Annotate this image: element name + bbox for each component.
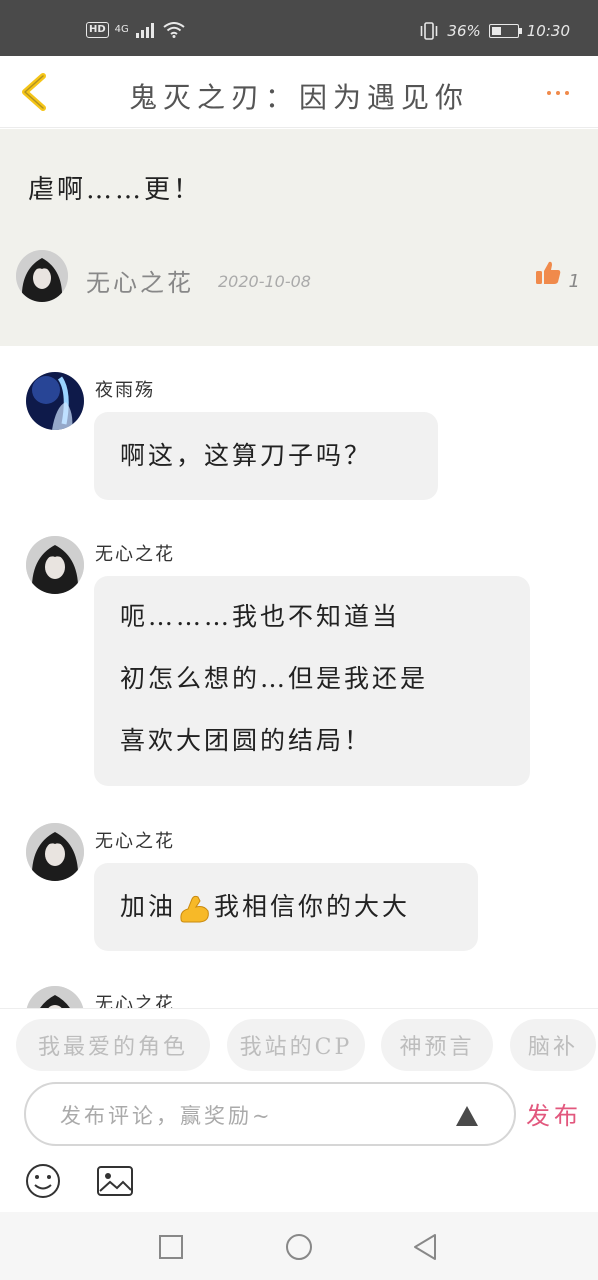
page-title: 鬼灭之刃：因为遇见你: [128, 81, 469, 114]
tag-chip[interactable]: 神预言: [381, 1019, 493, 1071]
reply-text-line: 初怎么想的…但是我还是: [120, 664, 429, 693]
signal-icon: [135, 23, 154, 38]
reply-text-part: 加油: [120, 892, 177, 921]
like-count: 1: [568, 271, 580, 292]
smiley-icon[interactable]: [24, 1162, 62, 1200]
avatar-image: [26, 536, 84, 594]
reply-text: 加油 我相信你的大大: [120, 885, 452, 929]
more-button[interactable]: [538, 78, 578, 108]
avatar[interactable]: [16, 250, 68, 302]
status-bar: HD 4G 36% 10:30: [0, 0, 598, 56]
comment-input[interactable]: 发布评论，赢奖励~: [24, 1082, 516, 1146]
more-dot: [556, 91, 560, 95]
chevron-left-icon: [22, 73, 46, 111]
back-icon[interactable]: [410, 1232, 440, 1262]
parent-author-name[interactable]: 无心之花: [86, 263, 194, 298]
reply-author-name[interactable]: 夜雨殇: [95, 376, 155, 402]
reply-author-name[interactable]: 无心之花: [95, 827, 175, 853]
home-icon[interactable]: [284, 1232, 314, 1262]
topic-chips: 我最爱的角色 我站的CP 神预言 脑补: [0, 1008, 598, 1080]
reply-author-name[interactable]: 无心之花: [95, 540, 175, 566]
composer-toolbar: [0, 1150, 598, 1212]
avatar-image: [26, 986, 84, 1008]
battery-percent: 36%: [447, 22, 481, 40]
parent-comment-text: 虐啊……更！: [28, 175, 203, 205]
recent-apps-icon[interactable]: [156, 1232, 186, 1262]
network-type: 4G: [114, 24, 129, 35]
tag-chip[interactable]: 我最爱的角色: [16, 1019, 210, 1071]
flexed-biceps-icon: [180, 895, 209, 922]
avatar-image: [26, 823, 84, 881]
back-button[interactable]: [14, 72, 54, 112]
reply-bubble[interactable]: 啊这，这算刀子吗？: [94, 412, 438, 500]
publish-button[interactable]: 发布: [526, 1096, 582, 1131]
reply-list[interactable]: 夜雨殇 啊这，这算刀子吗？ 无心之花 呃………我也不知道当 初怎么想的…但是我还…: [0, 346, 598, 1008]
reply-text-line: 喜欢大团圆的结局！: [120, 726, 373, 755]
reply-bubble[interactable]: 加油 我相信你的大大: [94, 863, 478, 951]
parent-comment: 虐啊……更！ 无心之花 2020-10-08 1: [0, 129, 598, 346]
avatar[interactable]: [26, 986, 84, 1008]
avatar-image: [16, 250, 68, 302]
top-nav-bar: 鬼灭之刃：因为遇见你: [0, 56, 598, 128]
triangle-icon[interactable]: [454, 1104, 480, 1128]
thumbs-up-icon[interactable]: [534, 259, 562, 287]
vibrate-icon: [421, 22, 438, 40]
avatar[interactable]: [26, 823, 84, 881]
status-right: 36% 10:30: [419, 22, 570, 40]
comment-composer: 发布评论，赢奖励~ 发布: [0, 1080, 598, 1150]
avatar[interactable]: [26, 372, 84, 430]
more-dot: [565, 91, 569, 95]
avatar-image: [26, 372, 84, 430]
reply-bubble[interactable]: 呃………我也不知道当 初怎么想的…但是我还是 喜欢大团圆的结局！: [94, 576, 530, 786]
tag-chip[interactable]: 我站的CP: [227, 1019, 365, 1071]
wifi-icon: [163, 22, 185, 38]
image-icon[interactable]: [96, 1162, 134, 1200]
system-navigation-bar: [0, 1212, 598, 1280]
parent-date: 2020-10-08: [218, 272, 311, 291]
clock: 10:30: [526, 22, 570, 40]
battery-icon: [488, 24, 522, 38]
hd-indicator: HD: [86, 22, 109, 38]
reply-text: 啊这，这算刀子吗？: [120, 441, 373, 470]
comment-input-placeholder: 发布评论，赢奖励~: [60, 1104, 273, 1128]
more-dots-icon: [547, 91, 551, 95]
reply-text-part: 我相信你的大大: [214, 892, 411, 921]
avatar[interactable]: [26, 536, 84, 594]
battery-level: [491, 27, 501, 35]
reply-author-name[interactable]: 无心之花: [95, 990, 175, 1008]
tag-chip[interactable]: 脑补: [510, 1019, 596, 1071]
status-left: HD 4G: [86, 22, 185, 38]
reply-text-line: 呃………我也不知道当: [120, 602, 401, 631]
